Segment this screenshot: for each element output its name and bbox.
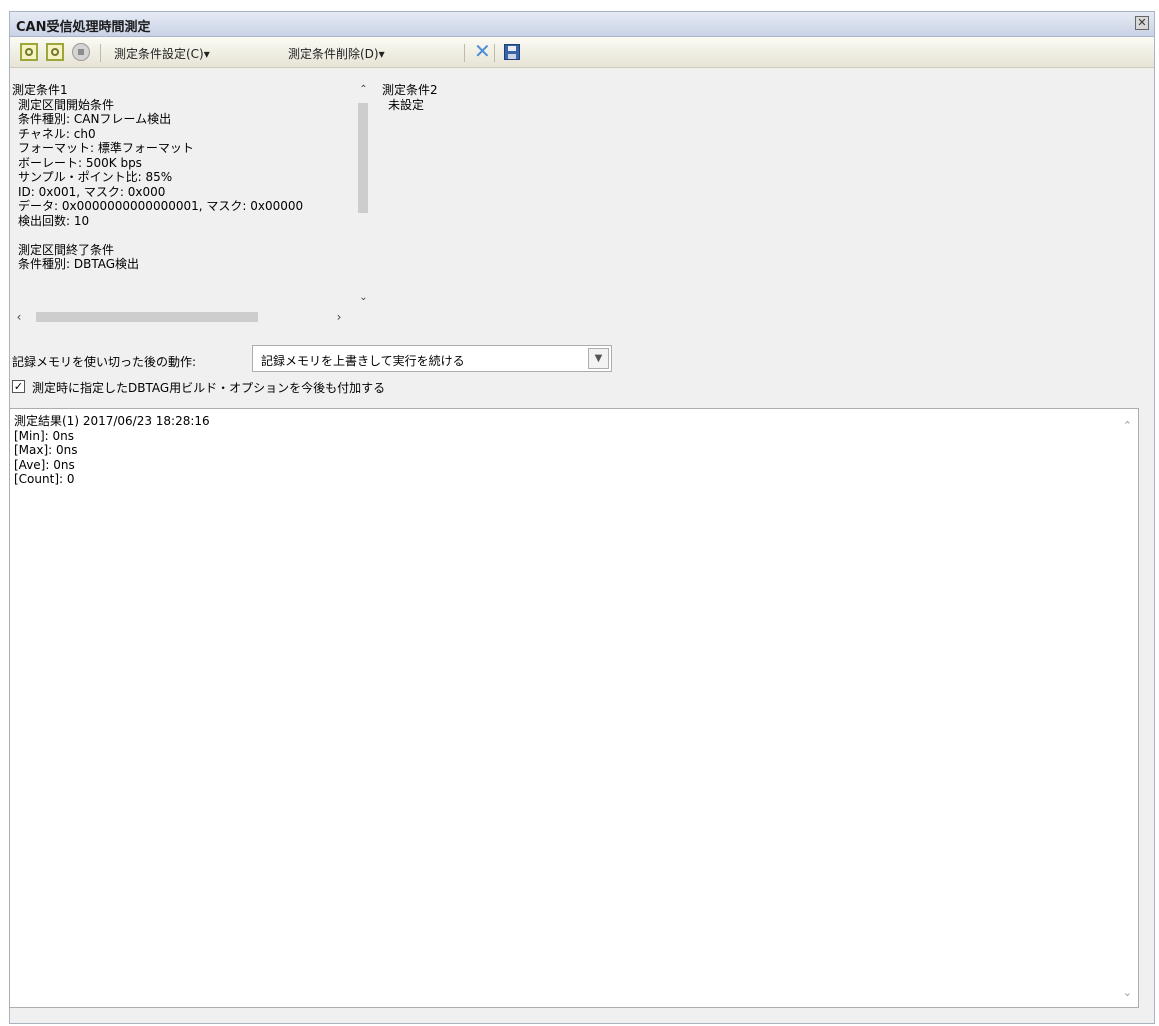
condition1-line bbox=[12, 228, 342, 243]
result-line: [Count]: 0 bbox=[14, 472, 75, 486]
measure-start-with-condition-icon[interactable] bbox=[46, 43, 64, 61]
scrollbar-thumb[interactable] bbox=[358, 103, 368, 213]
condition1-line: ID: 0x001, マスク: 0x000 bbox=[18, 184, 166, 199]
condition1-line: 条件種別: DBTAG検出 bbox=[18, 257, 140, 271]
condition2-panel[interactable]: 測定条件2 未設定 bbox=[382, 83, 582, 112]
condition1-line: 測定区間終了条件 bbox=[18, 242, 115, 257]
memory-behavior-label: 記録メモリを使い切った後の動作: bbox=[12, 355, 197, 369]
dbtag-option-checkbox[interactable]: ✓ bbox=[12, 380, 25, 393]
title-bar: CAN受信処理時間測定 ✕ bbox=[10, 12, 1154, 37]
delete-condition-menu-button[interactable]: 測定条件削除(D)▾ bbox=[288, 45, 385, 62]
toolbar: 測定条件設定(C)▾ 測定条件削除(D)▾ ✕ bbox=[10, 37, 1154, 68]
result-line: [Max]: 0ns bbox=[14, 443, 78, 457]
scroll-left-icon[interactable]: ‹ bbox=[12, 309, 26, 325]
window-title: CAN受信処理時間測定 bbox=[16, 20, 151, 35]
scroll-right-icon[interactable]: › bbox=[332, 309, 346, 325]
condition1-panel[interactable]: 測定条件1 測定区間開始条件 条件種別: CANフレーム検出 チャネル: ch0… bbox=[12, 83, 392, 325]
condition1-horizontal-scrollbar[interactable]: ‹ › bbox=[12, 309, 356, 325]
chevron-down-icon[interactable]: ▼ bbox=[588, 348, 609, 369]
measurement-result-box[interactable]: 測定結果(1) 2017/06/23 18:28:16 [Min]: 0ns [… bbox=[9, 408, 1139, 1008]
condition1-line: 検出回数: 10 bbox=[18, 213, 90, 228]
delete-icon[interactable]: ✕ bbox=[474, 39, 491, 63]
set-condition-menu-button[interactable]: 測定条件設定(C)▾ bbox=[114, 45, 210, 62]
result-line: [Min]: 0ns bbox=[14, 428, 75, 443]
condition1-line: フォーマット: 標準フォーマット bbox=[18, 141, 194, 155]
condition1-text: 測定条件1 測定区間開始条件 条件種別: CANフレーム検出 チャネル: ch0… bbox=[12, 83, 342, 305]
condition1-line: サンプル・ポイント比: 85% bbox=[18, 170, 173, 184]
condition2-line: 測定条件2 bbox=[382, 83, 438, 97]
save-icon[interactable] bbox=[504, 44, 520, 60]
result-line: [Ave]: 0ns bbox=[14, 457, 75, 472]
toolbar-separator bbox=[494, 44, 495, 62]
condition1-line: ボーレート: 500K bps bbox=[18, 155, 142, 170]
condition1-line: 条件種別: CANフレーム検出 bbox=[18, 112, 172, 126]
condition1-line: 測定区間開始条件 bbox=[18, 97, 115, 112]
scroll-down-icon[interactable]: ⌄ bbox=[1123, 986, 1132, 999]
scrollbar-thumb[interactable] bbox=[36, 312, 258, 322]
condition2-line: 未設定 bbox=[388, 97, 425, 112]
memory-behavior-value: 記録メモリを上書きして実行を続ける bbox=[261, 354, 465, 368]
measure-stop-icon[interactable] bbox=[72, 43, 90, 61]
condition1-vertical-scrollbar[interactable]: ⌃ ⌄ bbox=[355, 83, 372, 305]
result-line: 測定結果(1) 2017/06/23 18:28:16 bbox=[14, 414, 210, 428]
scroll-up-icon[interactable]: ⌃ bbox=[355, 83, 372, 97]
close-icon[interactable]: ✕ bbox=[1135, 16, 1149, 30]
condition1-line: チャネル: ch0 bbox=[18, 126, 96, 141]
memory-behavior-select[interactable]: 記録メモリを上書きして実行を続ける ▼ bbox=[252, 345, 612, 372]
dbtag-option-label: 測定時に指定したDBTAG用ビルド・オプションを今後も付加する bbox=[32, 381, 386, 395]
condition1-line: データ: 0x0000000000000001, マスク: 0x00000 bbox=[18, 199, 304, 213]
measure-start-icon[interactable] bbox=[20, 43, 38, 61]
toolbar-separator bbox=[100, 44, 101, 62]
result-text: 測定結果(1) 2017/06/23 18:28:16 [Min]: 0ns [… bbox=[14, 414, 210, 487]
scroll-down-icon[interactable]: ⌄ bbox=[355, 291, 372, 305]
toolbar-separator bbox=[464, 44, 465, 62]
condition1-line: 測定条件1 bbox=[12, 83, 68, 97]
scroll-up-icon[interactable]: ⌃ bbox=[1123, 419, 1132, 432]
